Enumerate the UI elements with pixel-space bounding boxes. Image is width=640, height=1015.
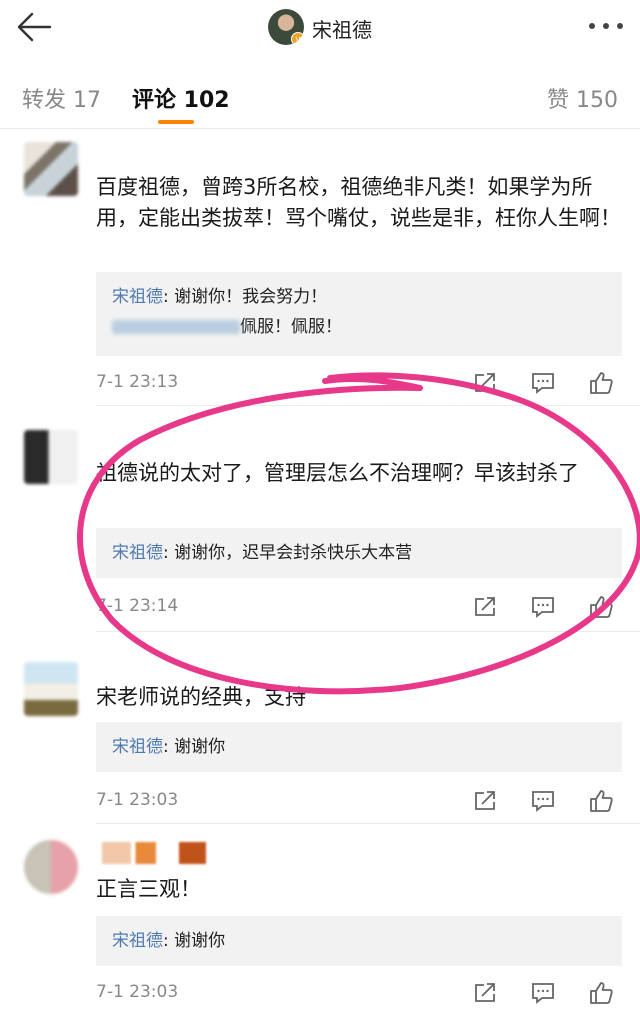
comment-actions: [472, 370, 622, 398]
reply-text: : 谢谢你: [163, 931, 226, 951]
comment-icon[interactable]: [530, 594, 556, 620]
comment-item: 祖德说的太对了，管理层怎么不治理啊？早该封杀了 宋祖德: 谢谢你，迟早会封杀快乐…: [0, 406, 640, 632]
comment-text: 祖德说的太对了，管理层怎么不治理啊？早该封杀了: [96, 461, 579, 485]
comment-icon[interactable]: [530, 370, 556, 396]
comment-actions: [472, 980, 622, 1008]
reply-box[interactable]: 宋祖德: 谢谢你，迟早会封杀快乐大本营: [96, 528, 622, 578]
comment-time: 7-1 23:13: [96, 372, 179, 392]
reply-author[interactable]: 宋祖德: [112, 931, 163, 951]
comment-icon[interactable]: [530, 980, 556, 1006]
commenter-avatar[interactable]: [24, 430, 78, 484]
reply-author[interactable]: 宋祖德: [112, 287, 163, 307]
like-icon[interactable]: [588, 788, 614, 814]
comment-item: 正言三观！ 宋祖德: 谢谢你 7-1 23:03: [0, 824, 640, 1015]
active-tab-indicator: [158, 120, 194, 124]
like-icon[interactable]: [588, 594, 614, 620]
share-icon[interactable]: [472, 788, 498, 814]
back-arrow-icon[interactable]: [14, 10, 54, 44]
header-user-name[interactable]: 宋祖德: [312, 14, 372, 43]
share-icon[interactable]: [472, 980, 498, 1006]
author-avatar[interactable]: v: [268, 9, 304, 45]
comment-time: 7-1 23:03: [96, 982, 179, 1002]
commenter-avatar[interactable]: [24, 662, 78, 716]
comment-text: 宋老师说的经典，支持: [96, 685, 306, 709]
reply-line: 宋祖德: 谢谢你！我会努力！: [112, 282, 606, 312]
reply-text: 佩服！佩服！: [240, 317, 342, 337]
commenter-avatar[interactable]: [24, 840, 78, 894]
share-icon[interactable]: [472, 594, 498, 620]
like-icon[interactable]: [588, 370, 614, 396]
reply-author[interactable]: 宋祖德: [112, 737, 163, 757]
top-bar: v 宋祖德: [0, 0, 640, 56]
verified-badge-icon: v: [291, 32, 304, 45]
comment-text: 百度祖德，曾跨3所名校，祖德绝非凡类！如果学为所用，定能出类拔萃！骂个嘴仗，说些…: [96, 175, 621, 230]
reply-text: : 谢谢你！我会努力！: [163, 287, 328, 307]
comment-time: 7-1 23:14: [96, 596, 179, 616]
comment-icon[interactable]: [530, 788, 556, 814]
comment-actions: [472, 788, 622, 816]
reply-text: : 谢谢你: [163, 737, 226, 757]
comment-item: 百度祖德，曾跨3所名校，祖德绝非凡类！如果学为所用，定能出类拔萃！骂个嘴仗，说些…: [0, 128, 640, 406]
reply-text: : 谢谢你，迟早会封杀快乐大本营: [163, 543, 413, 563]
share-icon[interactable]: [472, 370, 498, 396]
blurred-username: [112, 320, 240, 334]
comment-time: 7-1 23:03: [96, 790, 179, 810]
tab-likes[interactable]: 赞 150: [547, 82, 618, 114]
tab-bar: 转发 17 评论 102 赞 150: [0, 68, 640, 126]
blurred-username: [102, 842, 206, 864]
comment-text: 正言三观！: [96, 877, 201, 901]
tab-repost[interactable]: 转发 17: [22, 82, 101, 114]
comment-actions: [472, 594, 622, 622]
more-dots-icon[interactable]: [586, 14, 626, 38]
reply-author[interactable]: 宋祖德: [112, 543, 163, 563]
like-icon[interactable]: [588, 980, 614, 1006]
commenter-avatar[interactable]: [24, 142, 78, 196]
reply-box[interactable]: 宋祖德: 谢谢你: [96, 722, 622, 772]
reply-box[interactable]: 宋祖德: 谢谢你！我会努力！ 佩服！佩服！: [96, 272, 622, 356]
reply-box[interactable]: 宋祖德: 谢谢你: [96, 916, 622, 966]
tab-comments[interactable]: 评论 102: [132, 82, 230, 114]
comment-item: 宋老师说的经典，支持 宋祖德: 谢谢你 7-1 23:03: [0, 632, 640, 824]
reply-line: 佩服！佩服！: [112, 312, 606, 342]
